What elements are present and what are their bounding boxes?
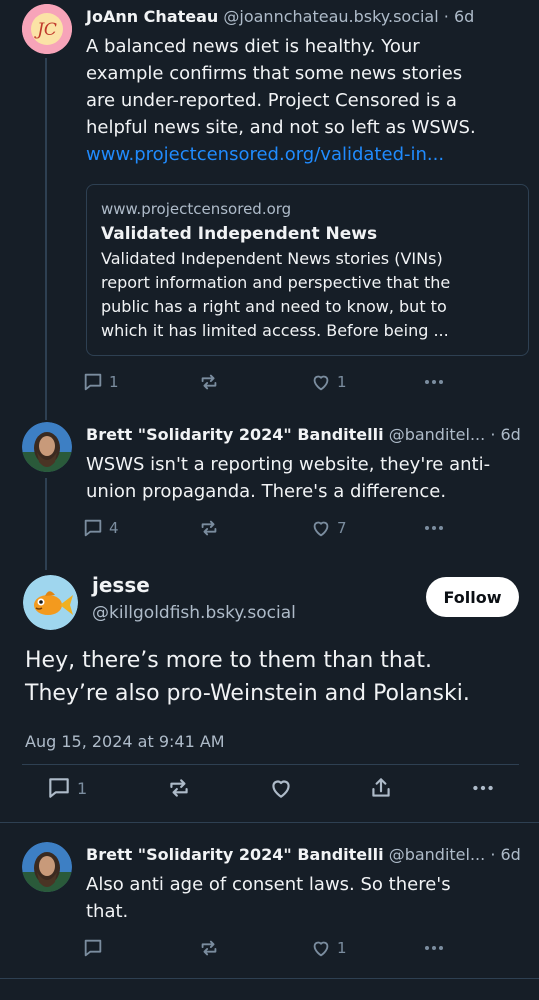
post-text-line: example confirms that some news stories xyxy=(86,63,463,84)
reply-post-brett[interactable]: Brett "Solidarity 2024" Banditelli @band… xyxy=(0,838,539,978)
like-icon xyxy=(272,780,290,798)
repost-icon xyxy=(201,520,217,536)
post-time: · 6d xyxy=(490,845,521,864)
like-count: 1 xyxy=(337,939,347,957)
like-button[interactable]: 1 xyxy=(310,934,347,962)
divider xyxy=(0,978,539,979)
reply-icon xyxy=(84,373,102,391)
avatar[interactable] xyxy=(22,842,72,892)
post-link[interactable]: www.projectcensored.org/validated-in... xyxy=(86,141,519,168)
post-text-line: that. xyxy=(86,901,129,922)
repost-icon xyxy=(201,374,217,390)
post-text-line: They’re also pro-Weinstein and Polanski. xyxy=(25,681,470,706)
more-icon xyxy=(473,785,493,791)
follow-button[interactable]: Follow xyxy=(426,577,519,617)
link-card-description-line: public has a right and need to know, but… xyxy=(101,297,447,316)
link-card-description: Validated Independent News stories (VINs… xyxy=(101,247,514,343)
reply-button[interactable] xyxy=(82,934,109,962)
thread-post-brett[interactable]: Brett "Solidarity 2024" Banditelli @band… xyxy=(0,418,539,548)
more-button[interactable] xyxy=(470,774,496,802)
more-icon xyxy=(425,380,443,384)
post-text-line: A balanced news diet is healthy. Your xyxy=(86,36,420,57)
share-button[interactable] xyxy=(368,774,394,802)
like-icon xyxy=(313,941,329,957)
reply-icon xyxy=(49,778,69,798)
more-button[interactable] xyxy=(422,514,446,542)
repost-button[interactable] xyxy=(166,774,192,802)
repost-button[interactable] xyxy=(198,514,225,542)
author-name[interactable]: jesse xyxy=(92,573,150,597)
more-icon xyxy=(425,946,443,950)
post-actions: 1 1 xyxy=(82,368,452,396)
repost-button[interactable] xyxy=(198,934,220,962)
avatar-photo-icon xyxy=(22,422,72,472)
like-button[interactable] xyxy=(268,774,294,802)
post-actions: 1 xyxy=(82,934,452,962)
post-time: · 6d xyxy=(443,7,475,26)
author-handle[interactable]: @joannchateau.bsky.social xyxy=(223,7,438,26)
avatar-initials: JC xyxy=(34,20,57,40)
link-card-description-line: Validated Independent News stories (VINs… xyxy=(101,249,443,268)
author-name[interactable]: Brett "Solidarity 2024" Banditelli xyxy=(86,845,384,864)
post-header: Brett "Solidarity 2024" Banditelli @band… xyxy=(86,845,521,864)
post-header: Brett "Solidarity 2024" Banditelli @band… xyxy=(86,425,521,444)
post-date: Aug 15, 2024 at 9:41 AM xyxy=(25,732,225,751)
like-count: 7 xyxy=(337,519,347,537)
post-text: WSWS isn't a reporting website, they're … xyxy=(86,451,519,505)
reply-count: 1 xyxy=(77,778,88,798)
more-button[interactable] xyxy=(422,934,446,962)
post-actions: 4 7 xyxy=(82,514,452,542)
avatar[interactable] xyxy=(22,422,72,472)
post-actions: 1 xyxy=(46,774,506,802)
author-handle[interactable]: @killgoldfish.bsky.social xyxy=(92,603,296,623)
like-icon xyxy=(313,521,329,537)
reply-button[interactable]: 1 xyxy=(82,368,119,396)
avatar-monogram-icon: JC xyxy=(22,4,72,54)
author-name[interactable]: JoAnn Chateau xyxy=(86,7,218,26)
post-text-line: are under-reported. Project Censored is … xyxy=(86,90,457,111)
reply-icon xyxy=(84,939,102,957)
post-time: · 6d xyxy=(490,425,521,444)
post-text: Hey, there’s more to them than that. The… xyxy=(25,644,525,710)
repost-icon xyxy=(201,940,217,956)
more-icon xyxy=(425,526,443,530)
like-button[interactable]: 7 xyxy=(310,514,347,542)
link-card-description-line: report information and perspective that … xyxy=(101,273,451,292)
author-name[interactable]: Brett "Solidarity 2024" Banditelli xyxy=(86,425,384,444)
avatar[interactable] xyxy=(23,575,78,630)
reply-count: 1 xyxy=(109,373,119,391)
post-header: JoAnn Chateau @joannchateau.bsky.social … xyxy=(86,7,474,26)
repost-icon xyxy=(170,779,188,797)
post-text-line: helpful news site, and not so left as WS… xyxy=(86,117,476,138)
like-icon xyxy=(313,375,329,391)
divider xyxy=(0,822,539,823)
like-count: 1 xyxy=(337,373,347,391)
more-button[interactable] xyxy=(422,368,446,396)
reply-button[interactable]: 4 xyxy=(82,514,119,542)
link-card[interactable]: www.projectcensored.org Validated Indepe… xyxy=(86,184,529,356)
avatar-photo-icon xyxy=(22,842,72,892)
reply-button[interactable]: 1 xyxy=(46,774,87,802)
author-handle[interactable]: @banditel... xyxy=(389,425,486,444)
author-handle[interactable]: @banditel... xyxy=(389,845,486,864)
reply-icon xyxy=(84,519,102,537)
link-card-domain: www.projectcensored.org xyxy=(101,200,292,218)
share-icon xyxy=(372,778,390,797)
post-text-line: WSWS isn't a reporting website, they're … xyxy=(86,454,491,475)
post-text: Also anti age of consent laws. So there'… xyxy=(86,871,519,925)
post-text-line: Hey, there’s more to them than that. xyxy=(25,648,432,673)
thread-post-joann[interactable]: JC JoAnn Chateau @joannchateau.bsky.soci… xyxy=(0,0,539,400)
link-card-description-line: which it has limited access. Before bein… xyxy=(101,321,449,340)
avatar-goldfish-icon xyxy=(23,575,78,630)
link-card-title: Validated Independent News xyxy=(101,224,378,244)
like-button[interactable]: 1 xyxy=(310,368,347,396)
reply-count: 4 xyxy=(109,519,119,537)
avatar[interactable]: JC xyxy=(22,4,72,54)
divider xyxy=(22,764,519,765)
post-text: A balanced news diet is healthy. Your ex… xyxy=(86,33,519,168)
repost-button[interactable] xyxy=(198,368,225,396)
post-text-line: Also anti age of consent laws. So there'… xyxy=(86,874,451,895)
post-text-line: union propaganda. There's a difference. xyxy=(86,481,447,502)
